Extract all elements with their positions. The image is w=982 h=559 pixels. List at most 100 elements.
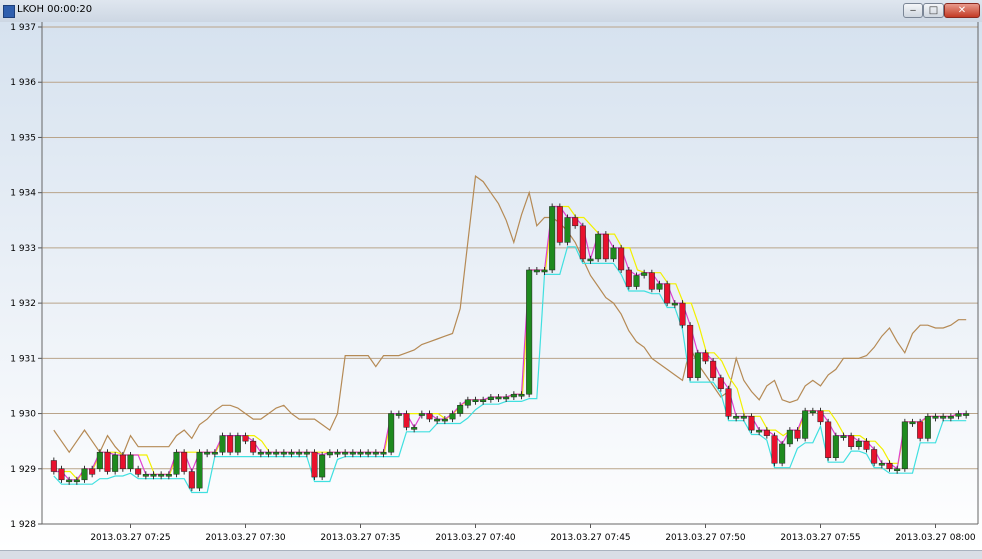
y-tick-label: 1 933	[10, 244, 36, 254]
y-tick-label: 1 936	[10, 78, 36, 88]
candle-body	[334, 451, 341, 455]
app-icon	[3, 5, 15, 18]
candle-body	[204, 451, 211, 455]
candle-body	[395, 413, 402, 416]
candle-body	[135, 468, 142, 475]
candle-body	[871, 449, 878, 464]
candle-body	[664, 283, 671, 304]
candle-body	[955, 413, 962, 417]
candle-body	[119, 454, 126, 470]
candle-body	[365, 451, 372, 455]
y-tick-label: 1 929	[10, 465, 36, 475]
candle-body	[809, 410, 816, 414]
candle-body	[863, 440, 870, 450]
candle-body	[326, 451, 333, 456]
candle-body	[710, 360, 717, 378]
candle-body	[802, 410, 809, 439]
candle-body	[495, 396, 502, 400]
candle-body	[219, 435, 226, 453]
candle-body	[89, 468, 96, 475]
candle-body	[357, 451, 364, 455]
candle-body	[487, 396, 494, 401]
candle-body	[579, 225, 586, 260]
candle-body	[963, 413, 970, 416]
candle-body	[380, 451, 387, 455]
candle-body	[104, 451, 111, 472]
candle-body	[150, 474, 157, 477]
candle-body	[533, 269, 540, 273]
maximize-button[interactable]: □	[923, 3, 944, 18]
candle-body	[572, 217, 579, 227]
candle-body	[418, 413, 425, 416]
y-tick-label: 1 934	[10, 189, 36, 199]
candle-body	[188, 471, 195, 489]
candle-body	[855, 440, 862, 447]
candle-body	[878, 463, 885, 466]
candle-body	[725, 388, 732, 417]
candle-body	[426, 413, 433, 420]
candle-body	[587, 258, 594, 262]
candle-body	[372, 451, 379, 455]
candle-body	[625, 269, 632, 287]
x-tick-label: 2013.03.27 08:00	[895, 533, 976, 543]
candle-body	[848, 435, 855, 447]
candle-body	[73, 479, 80, 483]
candle-body	[947, 416, 954, 419]
candle-body	[556, 206, 563, 243]
candle-body	[702, 352, 709, 362]
candle-body	[763, 429, 770, 436]
candle-body	[817, 410, 824, 423]
candle-body	[181, 451, 188, 472]
candle-body	[717, 377, 724, 389]
candle-body	[633, 275, 640, 287]
candle-body	[917, 421, 924, 439]
candle-body	[756, 429, 763, 433]
candle-body	[58, 468, 65, 481]
candle-body	[173, 451, 180, 475]
candle-body	[671, 302, 678, 306]
candle-body	[81, 468, 88, 481]
candle-body	[832, 435, 839, 458]
x-tick-label: 2013.03.27 07:50	[665, 533, 746, 543]
candle-body	[411, 427, 418, 430]
candle-body	[679, 302, 686, 326]
candle-body	[464, 399, 471, 406]
x-tick-label: 2013.03.27 07:30	[205, 533, 286, 543]
candle-body	[687, 324, 694, 378]
x-tick-label: 2013.03.27 07:55	[780, 533, 860, 543]
candle-body	[564, 217, 571, 243]
candle-body	[733, 416, 740, 419]
candle-body	[196, 451, 203, 489]
candle-body	[96, 451, 103, 470]
candle-body	[549, 206, 556, 271]
candle-body	[288, 451, 295, 455]
candle-body	[257, 451, 264, 455]
close-button[interactable]: ✕	[944, 3, 980, 18]
candle-body	[924, 416, 931, 439]
candle-body	[825, 421, 832, 458]
candle-body	[518, 393, 525, 397]
candle-body	[480, 399, 487, 402]
price-chart[interactable]: 1 937 1 936 1 935 1 934 1 933 1 932 1 931 1 930…	[0, 22, 982, 550]
candle-body	[142, 474, 149, 477]
candle-body	[127, 454, 134, 470]
candle-body	[403, 413, 410, 428]
candle-body	[165, 474, 172, 477]
candle-body	[894, 468, 901, 472]
candle-body	[112, 454, 119, 472]
candle-body	[618, 247, 625, 271]
candle-body	[457, 405, 464, 414]
candle-body	[66, 479, 73, 483]
x-tick-label: 2013.03.27 07:25	[90, 533, 170, 543]
y-tick-label: 1 932	[10, 299, 36, 309]
candle-body	[319, 454, 326, 478]
candle-body	[441, 418, 448, 422]
candle-body	[250, 440, 257, 453]
y-tick-label: 1 928	[10, 520, 36, 530]
chart-area[interactable]: 1 937 1 936 1 935 1 934 1 933 1 932 1 931 1 930…	[0, 22, 982, 550]
candle-body	[349, 451, 356, 455]
minimize-button[interactable]: ‒	[903, 3, 923, 18]
candle-body	[510, 393, 517, 398]
candle-body	[595, 233, 602, 260]
window-titlebar[interactable]: LKOH 00:00:20 ‒ □ ✕	[0, 0, 982, 23]
